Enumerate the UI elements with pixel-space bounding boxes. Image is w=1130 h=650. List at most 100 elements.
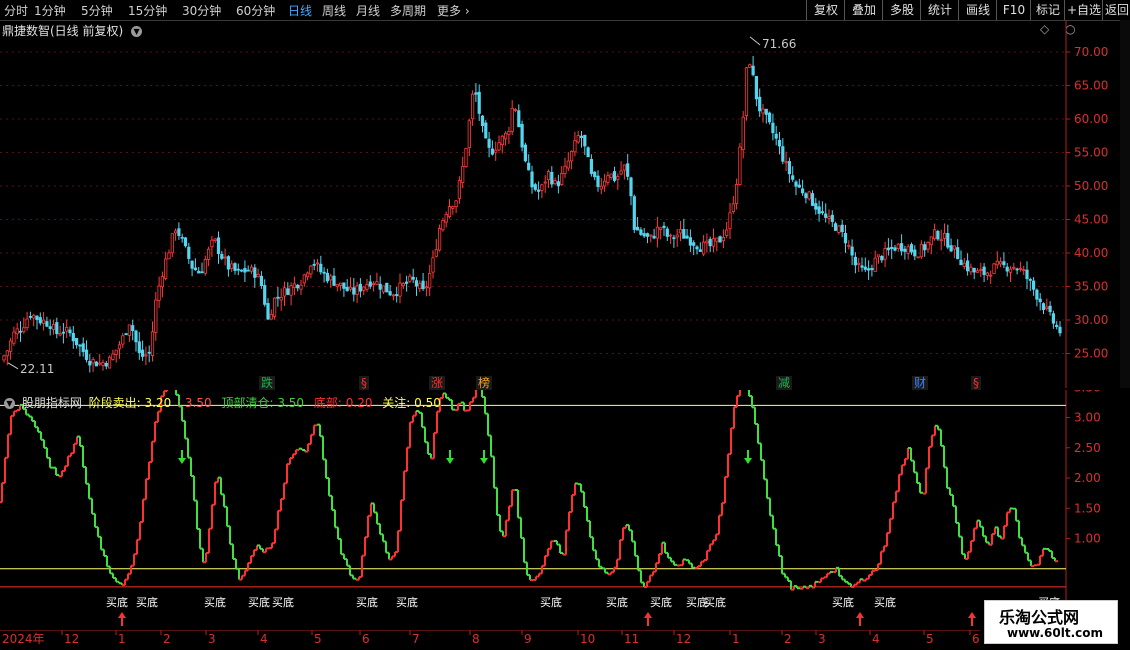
indicator-chart[interactable]: 3.503.002.502.001.501.00买底买底买底买底买底买底买底买底… [0, 390, 1130, 630]
candle-down [893, 247, 897, 251]
candle-up [540, 184, 544, 191]
y-tick-label: 30.00 [1074, 313, 1108, 327]
candle-down [751, 65, 755, 76]
candle-down [484, 122, 488, 139]
candle-down [319, 263, 323, 273]
candle-up [603, 180, 607, 187]
candle-down [239, 269, 244, 272]
candle-down [490, 148, 495, 155]
candle-up [464, 148, 468, 167]
sell-arrow-icon [744, 458, 752, 464]
indicator-title: ▼ 股朋指标网 阶段卖出: 3.20 : 3.50 顶部清仓: 3.50 底部:… [4, 394, 441, 411]
event-tag[interactable]: 榜 [476, 376, 493, 390]
candle-up [494, 149, 498, 153]
month-label: 12 [64, 632, 79, 646]
candle-up [437, 228, 442, 251]
candle-down [1048, 305, 1052, 313]
candle-down [550, 171, 554, 185]
candle-down [1025, 269, 1029, 280]
candle-up [939, 239, 943, 242]
candle-up [827, 216, 831, 219]
candle-up [748, 64, 752, 68]
month-label: 1 [118, 632, 126, 646]
candle-down [246, 269, 250, 272]
candle-down [325, 272, 330, 282]
candle-down [1051, 313, 1055, 324]
candle-up [929, 236, 933, 246]
candle-down [949, 245, 953, 252]
candle-down [480, 115, 485, 126]
candle-down [395, 294, 399, 296]
candle-down [830, 214, 834, 222]
month-label: 6 [362, 632, 370, 646]
buy-arrow-icon [968, 612, 976, 618]
chevron-down-icon[interactable]: ▼ [4, 398, 15, 409]
candle-down [520, 124, 524, 148]
candlestick-chart[interactable]: 70.00 65.00 60.00 55.00 50.00 45.00 40.00 35.00… [0, 0, 1130, 388]
event-tag[interactable]: 涨 [429, 376, 446, 390]
candle-up [896, 243, 900, 250]
buy-bottom-label: 买底 [540, 595, 562, 609]
candle-down [253, 267, 257, 278]
buy-bottom-label: 买底 [106, 595, 128, 609]
sell-arrow-icon [446, 458, 454, 464]
candle-up [447, 206, 452, 217]
candle-down [388, 291, 392, 296]
candle-up [348, 286, 353, 290]
candle-down [764, 108, 768, 115]
candle-up [992, 263, 996, 274]
candle-up [424, 286, 429, 289]
candle-down [972, 267, 976, 273]
candle-up [837, 225, 841, 233]
candle-down [774, 133, 778, 139]
candle-up [428, 273, 432, 289]
candle-down [411, 276, 415, 280]
candle-up [157, 285, 161, 301]
candle-up [883, 247, 887, 260]
candle-down [708, 238, 712, 247]
candle-up [606, 175, 610, 183]
candle-up [933, 229, 937, 240]
candle-up [995, 260, 999, 266]
candle-up [847, 244, 851, 247]
event-tag[interactable]: 减 [776, 376, 793, 390]
candle-down [296, 284, 300, 289]
candle-down [104, 362, 108, 367]
month-label: 11 [624, 632, 639, 646]
event-tag[interactable]: 跌 [259, 376, 276, 390]
event-tag[interactable]: § [971, 376, 981, 390]
candle-down [134, 330, 138, 343]
candle-up [355, 285, 359, 295]
candle-down [1058, 326, 1062, 334]
indicator-item-stage-sell: 阶段卖出: 3.20 [88, 396, 172, 410]
candle-down [236, 268, 240, 271]
indicator-tick-label: 1.00 [1074, 532, 1101, 546]
candle-down [824, 213, 828, 218]
indicator-tick-label: 3.50 [1074, 390, 1101, 394]
candle-down [55, 322, 59, 335]
candle-down [527, 162, 531, 171]
candle-up [282, 287, 287, 297]
candle-down [1002, 261, 1006, 266]
event-tag[interactable]: § [359, 376, 369, 390]
candle-down [1041, 303, 1046, 311]
candle-up [114, 349, 118, 355]
candle-up [375, 281, 379, 285]
candle-down [81, 343, 85, 352]
candle-up [669, 234, 673, 237]
candle-down [88, 360, 92, 366]
month-label: 3 [208, 632, 216, 646]
buy-bottom-label: 买底 [874, 595, 896, 609]
candle-down [180, 236, 184, 239]
candle-up [299, 284, 303, 290]
time-axis: 2024年 12 1 2 3 4 5 6 7 8 9 10 11 12 1 2 3 4 5 6 [0, 630, 980, 646]
candle-up [470, 93, 475, 120]
candle-down [853, 256, 858, 266]
y-tick-label: 25.00 [1074, 347, 1108, 361]
candle-down [414, 280, 419, 287]
event-tag[interactable]: 财 [912, 376, 929, 390]
candle-up [315, 262, 320, 265]
candle-up [2, 355, 6, 361]
candle-down [692, 242, 696, 246]
candle-down [754, 75, 759, 100]
